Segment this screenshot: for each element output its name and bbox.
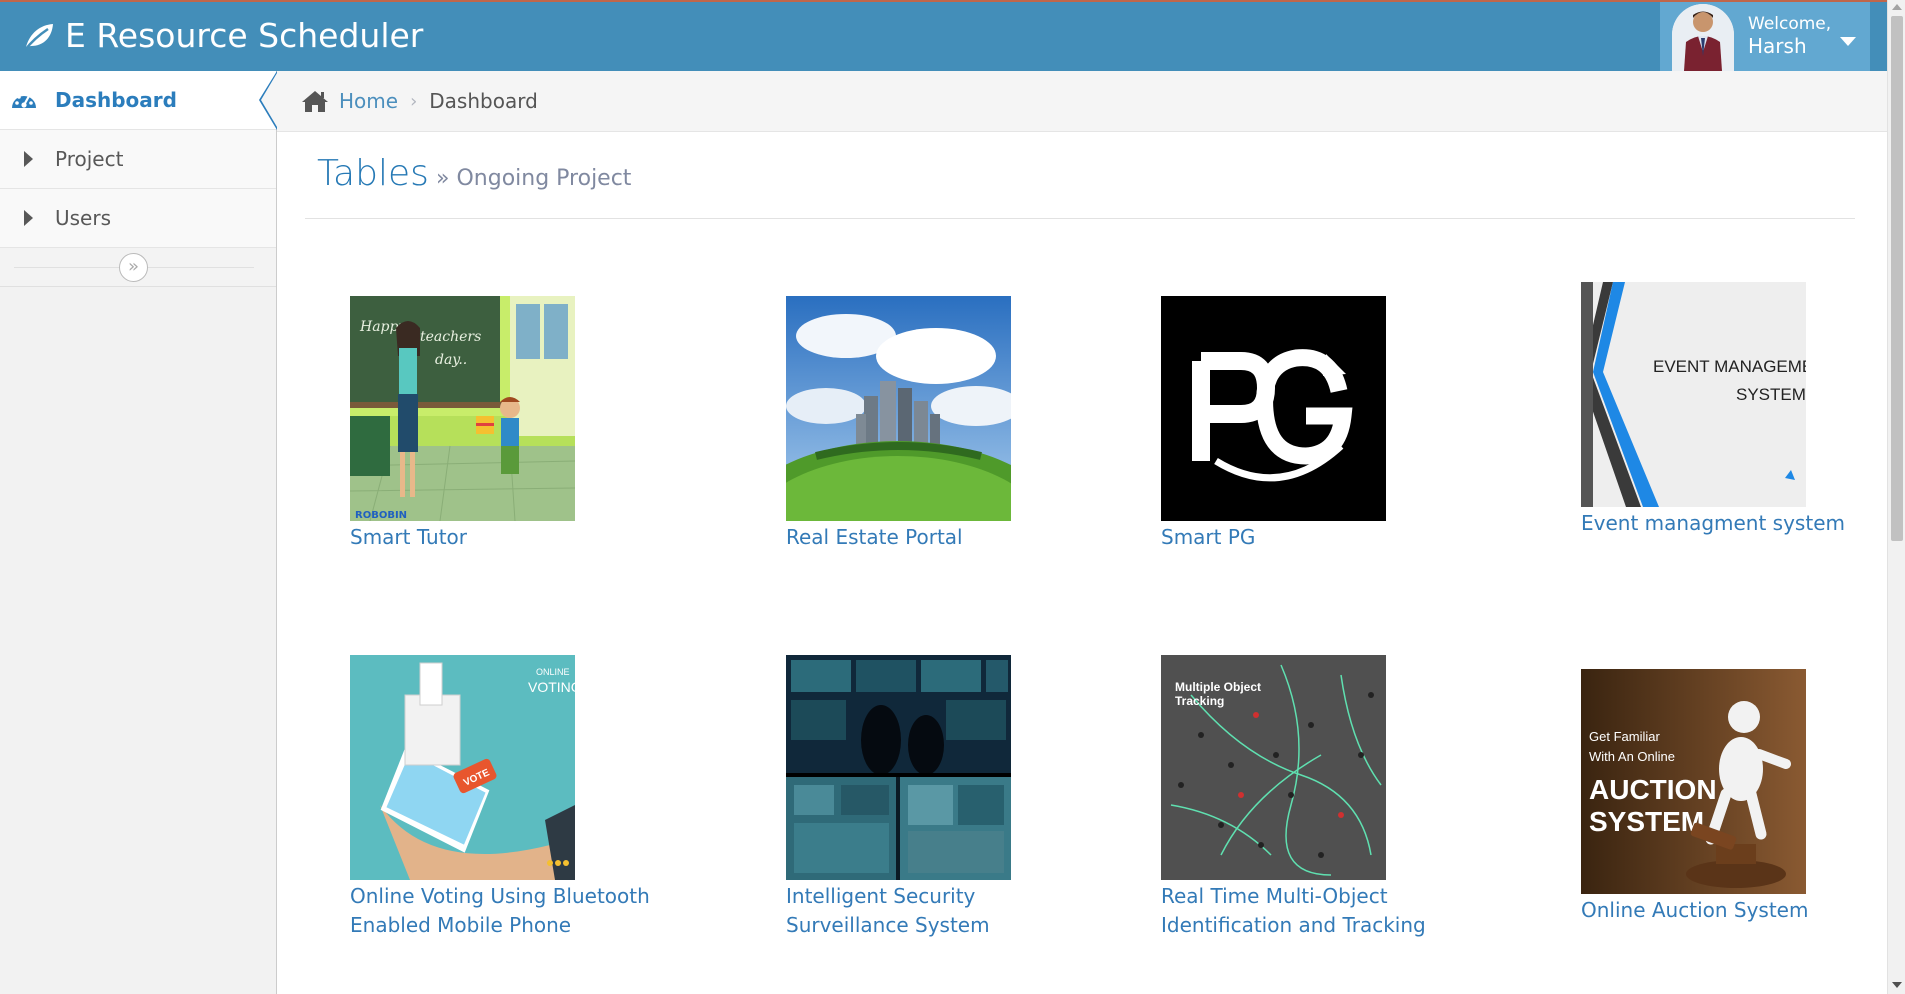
project-image-object-tracking[interactable]: Multiple Object Tracking xyxy=(1161,655,1386,880)
leaf-icon xyxy=(24,23,53,51)
project-image-online-voting[interactable]: ONLINE VOTING VOTE xyxy=(350,655,575,880)
page-subtitle: » Ongoing Project xyxy=(436,166,631,191)
svg-text:Get Familiar: Get Familiar xyxy=(1589,729,1660,744)
project-link-online-voting[interactable]: Online Voting Using Bluetooth Enabled Mo… xyxy=(350,882,650,940)
breadcrumb-current: Dashboard xyxy=(429,89,538,113)
home-icon xyxy=(302,91,328,112)
brand[interactable]: E Resource Scheduler xyxy=(22,16,423,55)
project-image-event-management[interactable]: EVENT MANAGEMENT SYSTEM xyxy=(1581,282,1806,507)
double-angle-right-icon[interactable]: » xyxy=(119,253,148,282)
project-card[interactable]: ONLINE VOTING VOTE Online Voting Using B… xyxy=(350,655,650,940)
svg-text:teachers: teachers xyxy=(420,329,481,345)
svg-text:day..: day.. xyxy=(435,352,467,368)
caret-right-icon xyxy=(10,145,38,173)
svg-text:Tracking: Tracking xyxy=(1175,694,1224,708)
project-image-real-estate[interactable] xyxy=(786,296,1011,521)
sidebar-collapse-row: » xyxy=(0,248,276,287)
brand-title: E Resource Scheduler xyxy=(65,16,424,55)
scroll-thumb[interactable] xyxy=(1891,16,1903,541)
project-image-smart-tutor[interactable]: Happy teachers day.. ROBOBIN xyxy=(350,296,575,521)
sidebar-item-project[interactable]: Project xyxy=(0,130,276,189)
breadcrumb-home-link[interactable]: Home xyxy=(339,89,398,113)
sidebar-item-users[interactable]: Users xyxy=(0,189,276,248)
page-scrollbar[interactable] xyxy=(1887,0,1905,994)
welcome-label: Welcome, xyxy=(1748,14,1832,34)
project-link-event-management[interactable]: Event managment system xyxy=(1581,509,1881,538)
user-name: Harsh xyxy=(1748,34,1807,59)
project-image-auction[interactable]: Get Familiar With An Online AUCTION SYST… xyxy=(1581,669,1806,894)
svg-text:SYSTEM: SYSTEM xyxy=(1736,385,1806,404)
sidebar-item-label: Project xyxy=(55,147,124,171)
double-angle-right-icon: » xyxy=(436,166,450,191)
project-card[interactable]: Happy teachers day.. ROBOBIN Smart Tutor xyxy=(350,296,650,552)
svg-text:ONLINE: ONLINE xyxy=(536,667,570,677)
svg-text:SYSTEM: SYSTEM xyxy=(1589,806,1704,837)
sidebar-item-dashboard[interactable]: Dashboard xyxy=(0,71,277,130)
project-link-surveillance[interactable]: Intelligent Security Surveillance System xyxy=(786,882,1086,940)
sidebar: Dashboard Project Users » xyxy=(0,71,277,994)
chevron-right-icon: › xyxy=(410,90,418,112)
svg-text:VOTING: VOTING xyxy=(528,679,575,695)
project-card[interactable]: EVENT MANAGEMENT SYSTEM Event managment … xyxy=(1581,282,1881,538)
page-subtitle-text: Ongoing Project xyxy=(456,166,632,191)
sidebar-item-label: Dashboard xyxy=(55,88,177,112)
svg-text:AUCTION: AUCTION xyxy=(1589,774,1717,805)
project-image-surveillance[interactable] xyxy=(786,655,1011,880)
page-title: Tables xyxy=(317,153,429,194)
project-link-real-estate[interactable]: Real Estate Portal xyxy=(786,523,1086,552)
avatar xyxy=(1672,4,1734,71)
tachometer-icon xyxy=(10,86,38,114)
project-card[interactable]: Intelligent Security Surveillance System xyxy=(786,655,1086,940)
scroll-up-arrow-icon[interactable] xyxy=(1892,4,1902,10)
welcome-text: Welcome, Harsh xyxy=(1748,14,1831,58)
caret-down-icon[interactable] xyxy=(1840,37,1856,46)
user-menu[interactable]: Welcome, Harsh xyxy=(1660,2,1870,71)
caret-right-icon xyxy=(10,204,38,232)
scroll-down-arrow-icon[interactable] xyxy=(1892,982,1902,988)
breadcrumb: Home › Dashboard xyxy=(277,71,1887,132)
project-card[interactable]: Multiple Object Tracking Real Time Multi… xyxy=(1161,655,1461,940)
svg-text:EVENT MANAGEMENT: EVENT MANAGEMENT xyxy=(1653,357,1806,376)
svg-text:With An Online: With An Online xyxy=(1589,749,1675,764)
project-link-smart-tutor[interactable]: Smart Tutor xyxy=(350,523,650,552)
project-card[interactable]: Get Familiar With An Online AUCTION SYST… xyxy=(1581,669,1881,925)
sidebar-item-label: Users xyxy=(55,206,112,230)
project-card[interactable]: Real Estate Portal xyxy=(786,296,1086,552)
svg-text:ROBOBIN: ROBOBIN xyxy=(355,510,407,521)
project-card[interactable]: Smart PG xyxy=(1161,296,1461,552)
top-navbar: E Resource Scheduler Welcome, Harsh xyxy=(0,0,1887,71)
project-image-smart-pg[interactable] xyxy=(1161,296,1386,521)
page-header: Tables » Ongoing Project xyxy=(305,132,1855,219)
project-link-auction[interactable]: Online Auction System xyxy=(1581,896,1881,925)
project-link-smart-pg[interactable]: Smart PG xyxy=(1161,523,1461,552)
svg-text:Multiple Object: Multiple Object xyxy=(1175,680,1261,694)
project-link-object-tracking[interactable]: Real Time Multi-Object Identification an… xyxy=(1161,882,1461,940)
